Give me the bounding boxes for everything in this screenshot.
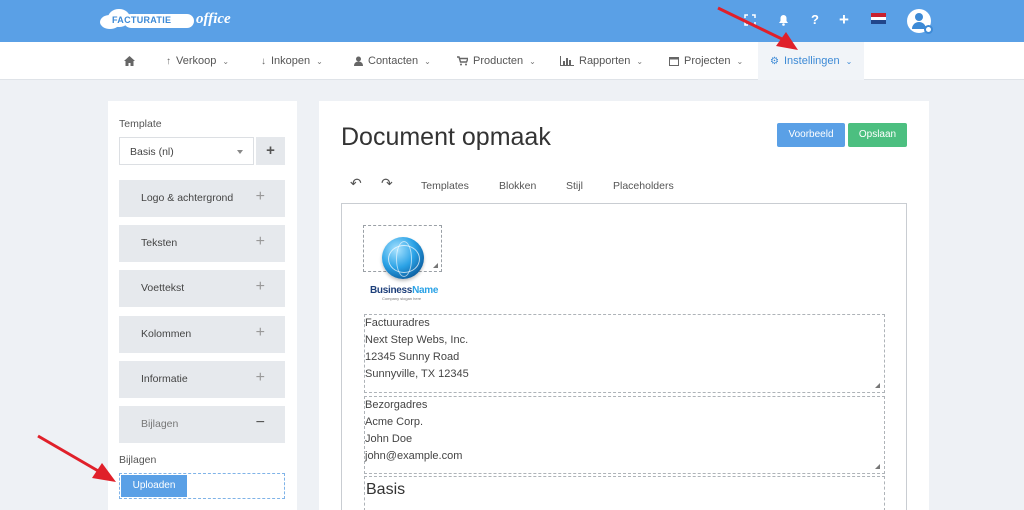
section-informatie[interactable]: Informatie +	[119, 361, 285, 398]
attachments-label: Bijlagen	[119, 454, 157, 466]
nav-label: Inkopen	[271, 55, 311, 67]
main-nav: ↑ Verkoop ⌄ ↓ Inkopen ⌄ Contacten ⌄ Prod…	[0, 42, 1024, 80]
toolbar-templates[interactable]: Templates	[421, 180, 469, 192]
company-logo-globe	[382, 237, 424, 279]
undo-icon[interactable]: ↶	[350, 175, 362, 192]
section-label: Voettekst	[141, 282, 185, 294]
user-avatar-icon[interactable]	[907, 9, 933, 34]
gear-icon: ⚙	[770, 55, 779, 67]
expand-icon: +	[255, 188, 265, 205]
document-canvas[interactable]: BusinessName Company slogan here Factuur…	[341, 203, 907, 510]
chevron-down-icon: ⌄	[529, 56, 536, 66]
nav-rapporten[interactable]: Rapporten ⌄	[560, 42, 643, 80]
toolbar-blokken[interactable]: Blokken	[499, 180, 536, 192]
toolbar-stijl[interactable]: Stijl	[566, 180, 583, 192]
settings-sidebar: Template Basis (nl) + Logo & achtergrond…	[108, 101, 297, 510]
nav-home[interactable]	[124, 42, 135, 80]
expand-icon: +	[255, 369, 265, 386]
annotation-arrow-bottom	[37, 434, 116, 482]
nav-producten[interactable]: Producten ⌄	[457, 42, 536, 80]
annotation-arrow-top	[717, 6, 798, 50]
section-label: Kolommen	[141, 328, 192, 340]
expand-icon: +	[255, 278, 265, 295]
toolbar-placeholders[interactable]: Placeholders	[613, 180, 674, 192]
expand-icon: +	[255, 324, 265, 341]
section-label: Logo & achtergrond	[141, 192, 234, 204]
document-editor: Document opmaak Voorbeeld Opslaan ↶ ↷ Te…	[319, 101, 929, 510]
expand-icon: +	[255, 233, 265, 250]
logo-cloud: FACTURATIE office	[100, 9, 231, 31]
nav-label: Verkoop	[176, 55, 217, 67]
redo-icon[interactable]: ↷	[381, 175, 393, 192]
template-select-value: Basis (nl)	[130, 146, 174, 158]
nav-label: Rapporten	[579, 55, 631, 67]
chevron-down-icon: ⌄	[424, 56, 431, 66]
attachments-dropzone[interactable]: Uploaden	[119, 473, 285, 499]
address-line: john@example.com	[365, 450, 463, 462]
page-title: Document opmaak	[341, 123, 551, 151]
arrow-down-icon: ↓	[261, 55, 266, 67]
top-bar: FACTURATIE office ? +	[0, 0, 1024, 42]
section-label: Bijlagen	[141, 418, 179, 430]
section-label: Informatie	[141, 373, 188, 385]
chevron-down-icon: ⌄	[736, 56, 744, 66]
resize-handle-icon[interactable]	[875, 464, 880, 469]
nav-label: Projecten	[684, 55, 731, 67]
address-line: Bezorgadres	[365, 399, 428, 411]
address-line: Next Step Webs, Inc.	[365, 334, 469, 346]
preview-button[interactable]: Voorbeeld	[777, 123, 845, 147]
cart-icon	[457, 56, 468, 66]
help-icon[interactable]: ?	[806, 11, 824, 29]
add-template-button[interactable]: +	[256, 137, 285, 165]
user-icon	[354, 56, 363, 66]
address-line: Factuuradres	[365, 317, 430, 329]
bar-chart-icon	[560, 56, 574, 66]
resize-handle-icon[interactable]	[875, 383, 880, 388]
arrow-up-icon: ↑	[166, 55, 171, 67]
section-logo-achtergrond[interactable]: Logo & achtergrond +	[119, 180, 285, 217]
address-line: Acme Corp.	[365, 416, 424, 428]
basis-block[interactable]: Basis	[364, 476, 885, 510]
chevron-down-icon: ⌄	[222, 56, 230, 66]
section-kolommen[interactable]: Kolommen +	[119, 316, 285, 353]
chevron-down-icon: ⌄	[316, 56, 323, 66]
logo-office-text: office	[196, 11, 231, 27]
calendar-icon	[669, 57, 679, 66]
nav-inkopen[interactable]: ↓ Inkopen ⌄	[261, 42, 323, 80]
address-line: 12345 Sunny Road	[365, 351, 460, 363]
template-select[interactable]: Basis (nl)	[119, 137, 254, 165]
nav-label: Contacten	[368, 55, 419, 67]
section-bijlagen[interactable]: Bijlagen −	[119, 406, 285, 443]
home-icon	[124, 56, 135, 66]
save-button[interactable]: Opslaan	[848, 123, 907, 147]
plus-icon[interactable]: +	[835, 11, 853, 29]
company-logo-slogan: Company slogan here	[382, 296, 422, 301]
invoice-address-block[interactable]: Factuuradres Next Step Webs, Inc. 12345 …	[364, 314, 885, 393]
template-label: Template	[119, 118, 162, 130]
caret-down-icon	[237, 150, 243, 154]
nav-contacten[interactable]: Contacten ⌄	[354, 42, 431, 80]
app-logo[interactable]: FACTURATIE office	[100, 8, 231, 32]
flag-nl-icon[interactable]	[871, 13, 886, 24]
logo-text: FACTURATIE	[112, 15, 172, 25]
address-line: Sunnyville, TX 12345	[365, 368, 469, 380]
upload-button[interactable]: Uploaden	[121, 475, 187, 497]
nav-label: Instellingen	[783, 55, 840, 67]
collapse-icon: −	[255, 414, 265, 431]
nav-label: Producten	[473, 55, 524, 67]
chevron-down-icon: ⌄	[845, 56, 853, 66]
nav-verkoop[interactable]: ↑ Verkoop ⌄	[166, 42, 229, 80]
delivery-address-block[interactable]: Bezorgadres Acme Corp. John Doe john@exa…	[364, 396, 885, 474]
company-logo-name: BusinessName	[370, 285, 439, 296]
section-label: Teksten	[141, 237, 178, 249]
section-voettekst[interactable]: Voettekst +	[119, 270, 285, 307]
address-line: John Doe	[365, 433, 413, 445]
resize-handle-icon[interactable]	[433, 263, 438, 268]
chevron-down-icon: ⌄	[636, 56, 644, 66]
section-teksten[interactable]: Teksten +	[119, 225, 285, 262]
